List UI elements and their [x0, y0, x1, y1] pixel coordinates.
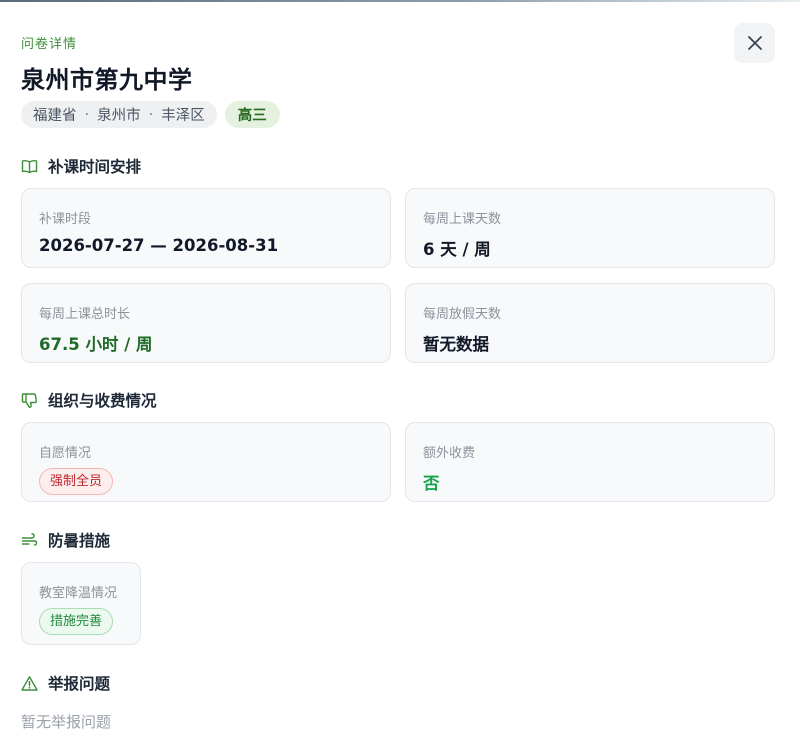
close-button[interactable] — [734, 23, 775, 63]
card-period-value: 2026-07-27 — 2026-08-31 — [39, 236, 279, 255]
book-open-icon — [21, 159, 38, 173]
card-days-per-week: 每周上课天数 6 天 / 周 — [405, 188, 775, 268]
section-reports-heading: 举报问题 — [21, 672, 110, 694]
card-voluntary: 自愿情况 强制全员 — [21, 422, 391, 502]
region-separator: · — [84, 106, 90, 123]
region-city: 泉州市 — [97, 108, 141, 124]
reports-empty-text: 暂无举报问题 — [21, 713, 112, 731]
section-heat-title: 防暑措施 — [48, 532, 111, 550]
card-extra-fee: 额外收费 否 — [405, 422, 775, 502]
survey-detail-panel: 问卷详情 泉州市第九中学 福建省 · 泉州市 · 丰泽区 高三 补课时间安排 补… — [0, 0, 800, 740]
region-province: 福建省 — [33, 108, 77, 124]
wind-icon — [21, 532, 38, 546]
card-days-off-label: 每周放假天数 — [423, 307, 502, 322]
card-extra-fee-label: 额外收费 — [423, 446, 476, 461]
card-classroom-cooling: 教室降温情况 措施完善 — [21, 562, 141, 645]
section-schedule-heading: 补课时间安排 — [21, 155, 141, 177]
card-days-off-value: 暂无数据 — [423, 335, 489, 354]
card-days-value: 6 天 / 周 — [423, 240, 491, 259]
region-chip: 福建省 · 泉州市 · 丰泽区 — [21, 101, 217, 128]
panel-eyebrow: 问卷详情 — [21, 37, 78, 52]
section-schedule-title: 补课时间安排 — [48, 158, 142, 176]
voluntary-status-badge: 强制全员 — [39, 468, 114, 495]
meta-row: 福建省 · 泉州市 · 丰泽区 高三 — [21, 101, 280, 128]
card-voluntary-label: 自愿情况 — [39, 446, 92, 461]
school-title: 泉州市第九中学 — [21, 66, 193, 94]
close-icon — [747, 36, 762, 50]
section-organization-heading: 组织与收费情况 — [21, 389, 157, 411]
grade-badge: 高三 — [224, 101, 280, 128]
card-period-label: 补课时段 — [39, 212, 92, 227]
card-days-off: 每周放假天数 暂无数据 — [405, 283, 775, 363]
card-cooling-label: 教室降温情况 — [39, 586, 118, 601]
region-separator: · — [148, 106, 154, 123]
warning-triangle-icon — [21, 675, 38, 691]
cooling-status-badge: 措施完善 — [39, 608, 114, 635]
thumbs-down-icon — [21, 392, 38, 408]
card-hours-per-week: 每周上课总时长 67.5 小时 / 周 — [21, 283, 391, 363]
card-extra-fee-value: 否 — [423, 474, 440, 493]
card-days-label: 每周上课天数 — [423, 212, 502, 227]
section-organization-title: 组织与收费情况 — [48, 392, 157, 410]
card-period: 补课时段 2026-07-27 — 2026-08-31 — [21, 188, 391, 268]
section-heat-heading: 防暑措施 — [21, 529, 110, 551]
section-reports-title: 举报问题 — [48, 675, 111, 693]
card-hours-value: 67.5 小时 / 周 — [39, 335, 153, 354]
card-hours-label: 每周上课总时长 — [39, 307, 131, 322]
region-district: 丰泽区 — [161, 108, 205, 124]
